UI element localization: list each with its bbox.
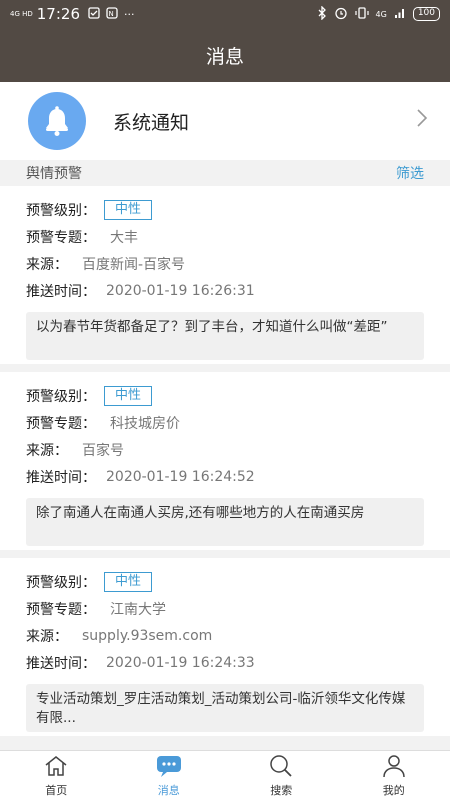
topic-value: 科技城房价 xyxy=(110,415,180,432)
filter-button[interactable]: 筛选 xyxy=(396,163,424,183)
sim-icon xyxy=(88,6,100,22)
bell-icon xyxy=(28,92,86,150)
alert-card[interactable]: 预警级别： 中性 预警专题： 科技城房价 来源： 百家号 推送时间： 2020-01-1… xyxy=(0,372,450,550)
section-header: 舆情预警 筛选 xyxy=(0,160,450,186)
chevron-right-icon xyxy=(417,109,428,127)
time-label: 推送时间： xyxy=(26,655,96,672)
source-value: 百家号 xyxy=(82,442,124,459)
nav-messages[interactable]: 消息 xyxy=(113,751,226,800)
system-notice-entry[interactable]: 系统通知 xyxy=(0,82,450,160)
network-type: 4G xyxy=(375,9,387,19)
vibrate-icon xyxy=(354,6,369,23)
source-label: 来源： xyxy=(26,628,68,645)
nav-home-label: 首页 xyxy=(45,784,68,797)
cell-signal-icon xyxy=(394,7,406,22)
search-icon xyxy=(270,755,292,777)
status-bar: 4G HD 17:26 N ··· 4G 100 xyxy=(0,0,450,28)
topic-label: 预警专题： xyxy=(26,229,96,246)
battery-indicator: 100 xyxy=(412,7,440,21)
nav-profile[interactable]: 我的 xyxy=(338,751,450,800)
time-label: 推送时间： xyxy=(26,469,96,486)
nfc-icon: N xyxy=(106,6,118,22)
source-value: supply.93sem.com xyxy=(82,627,213,644)
topic-label: 预警专题： xyxy=(26,415,96,432)
page-header: 消息 xyxy=(0,28,450,82)
level-label: 预警级别： xyxy=(26,574,96,591)
status-time: 17:26 xyxy=(36,5,80,23)
alert-card[interactable]: 预警级别： 中性 预警专题： 大丰 来源： 百度新闻-百家号 推送时间： 2020-01… xyxy=(0,186,450,364)
alert-snippet[interactable]: 除了南通人在南通人买房,还有哪些地方的人在南通买房 xyxy=(26,498,424,546)
system-notice-label: 系统通知 xyxy=(113,111,190,134)
time-value: 2020-01-19 16:24:33 xyxy=(106,654,255,671)
level-label: 预警级别： xyxy=(26,388,96,405)
nav-profile-label: 我的 xyxy=(382,784,405,797)
time-value: 2020-01-19 16:24:52 xyxy=(106,468,255,485)
nav-search[interactable]: 搜索 xyxy=(225,751,338,800)
page-title: 消息 xyxy=(205,45,244,68)
level-badge: 中性 xyxy=(104,199,153,220)
alert-card[interactable]: 预警级别： 中性 预警专题： 江南大学 来源： supply.93sem.com 推送… xyxy=(0,558,450,736)
time-value: 2020-01-19 16:26:31 xyxy=(106,282,255,299)
level-badge: 中性 xyxy=(104,385,153,406)
svg-text:N: N xyxy=(109,10,114,18)
user-icon xyxy=(383,755,405,778)
home-icon xyxy=(45,756,67,776)
bluetooth-icon xyxy=(317,4,327,23)
topic-value: 大丰 xyxy=(110,229,138,246)
alert-list: 预警级别： 中性 预警专题： 大丰 来源： 百度新闻-百家号 推送时间： 2020-01… xyxy=(0,186,450,744)
signal-indicator: 4G HD xyxy=(10,9,33,18)
more-dots-icon: ··· xyxy=(124,7,135,21)
bottom-nav: 首页 消息 搜索 我的 xyxy=(0,750,450,800)
source-value: 百度新闻-百家号 xyxy=(82,256,186,273)
chat-icon xyxy=(156,756,181,777)
nav-home[interactable]: 首页 xyxy=(0,751,113,800)
alert-snippet[interactable]: 专业活动策划_罗庄活动策划_活动策划公司-临沂领华文化传媒有限... xyxy=(26,684,424,732)
level-badge: 中性 xyxy=(104,571,153,592)
topic-label: 预警专题： xyxy=(26,601,96,618)
section-title: 舆情预警 xyxy=(26,166,82,182)
source-label: 来源： xyxy=(26,442,68,459)
source-label: 来源： xyxy=(26,256,68,273)
nav-search-label: 搜索 xyxy=(270,784,293,797)
alert-snippet[interactable]: 以为春节年货都备足了？到了丰台，才知道什么叫做“差距” xyxy=(26,312,424,360)
level-label: 预警级别： xyxy=(26,202,96,219)
topic-value: 江南大学 xyxy=(110,601,166,618)
time-label: 推送时间： xyxy=(26,283,96,300)
alarm-icon xyxy=(334,6,348,23)
nav-messages-label: 消息 xyxy=(157,784,180,797)
